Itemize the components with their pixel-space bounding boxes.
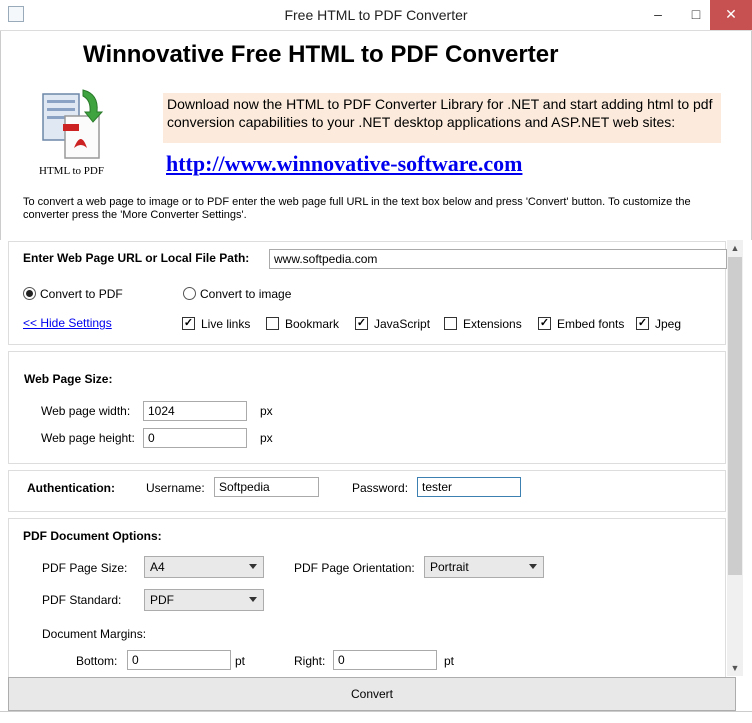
- embed-fonts-checkbox[interactable]: ✓: [538, 317, 551, 330]
- embed-fonts-label: Embed fonts: [557, 317, 625, 331]
- authentication-panel: Authentication: Username: Softpedia Pass…: [8, 470, 726, 512]
- orientation-value: Portrait: [430, 560, 469, 574]
- pdf-options-panel: PDF Document Options: PDF Page Size: A4 …: [8, 518, 726, 677]
- pdf-options-heading: PDF Document Options:: [23, 529, 162, 543]
- web-page-size-panel: Web Page Size: Web page width: 1024 px W…: [8, 351, 726, 464]
- logo-caption: HTML to PDF: [39, 165, 104, 177]
- hide-settings-link[interactable]: << Hide Settings: [23, 316, 112, 330]
- orientation-label: PDF Page Orientation:: [294, 561, 415, 575]
- header: Winnovative Free HTML to PDF Converter H…: [0, 31, 752, 240]
- jpeg-checkbox[interactable]: ✓: [636, 317, 649, 330]
- bottom-margin-input[interactable]: 0: [127, 650, 231, 670]
- url-label: Enter Web Page URL or Local File Path:: [23, 251, 250, 265]
- orientation-select[interactable]: Portrait: [424, 556, 544, 578]
- page-size-label: PDF Page Size:: [42, 561, 128, 575]
- promo-text: Download now the HTML to PDF Converter L…: [163, 93, 721, 143]
- right-margin-label: Right:: [294, 654, 326, 668]
- pdf-standard-value: PDF: [150, 593, 174, 607]
- pdf-standard-label: PDF Standard:: [42, 593, 122, 607]
- convert-to-pdf-radio[interactable]: [23, 287, 36, 300]
- convert-button[interactable]: Convert: [8, 677, 736, 711]
- width-label: Web page width:: [41, 404, 131, 418]
- page-size-value: A4: [150, 560, 165, 574]
- pdf-standard-select[interactable]: PDF: [144, 589, 264, 611]
- right-margin-unit: pt: [444, 654, 455, 668]
- vertical-scrollbar[interactable]: ▲ ▼: [727, 240, 743, 676]
- authentication-heading: Authentication:: [27, 481, 115, 495]
- url-input[interactable]: www.softpedia.com: [269, 249, 727, 269]
- document-margins-label: Document Margins:: [42, 627, 147, 641]
- chevron-down-icon: [529, 564, 537, 569]
- username-label: Username:: [146, 481, 205, 495]
- height-unit: px: [260, 431, 273, 445]
- bottom-margin-label: Bottom:: [76, 654, 118, 668]
- window-frame-bottom: [0, 711, 752, 723]
- chevron-down-icon: [249, 564, 257, 569]
- live-links-label: Live links: [201, 317, 251, 331]
- password-label: Password:: [352, 481, 409, 495]
- javascript-label: JavaScript: [374, 317, 431, 331]
- convert-to-image-label: Convert to image: [200, 287, 292, 301]
- website-link[interactable]: http://www.winnovative-software.com: [166, 151, 522, 177]
- right-margin-input[interactable]: 0: [333, 650, 437, 670]
- page-size-select[interactable]: A4: [144, 556, 264, 578]
- username-input[interactable]: Softpedia: [214, 477, 319, 497]
- convert-to-pdf-label: Convert to PDF: [40, 287, 123, 301]
- width-unit: px: [260, 404, 273, 418]
- password-input[interactable]: tester: [417, 477, 521, 497]
- page-height-input[interactable]: 0: [143, 428, 247, 448]
- html-to-pdf-logo-icon: [42, 89, 104, 159]
- scroll-up-icon[interactable]: ▲: [727, 240, 743, 256]
- bookmark-checkbox[interactable]: [266, 317, 279, 330]
- scroll-thumb[interactable]: [728, 257, 742, 575]
- bookmark-label: Bookmark: [285, 317, 340, 331]
- bottom-margin-unit: pt: [235, 654, 246, 668]
- main-title: Winnovative Free HTML to PDF Converter: [83, 41, 559, 68]
- extensions-checkbox[interactable]: [444, 317, 457, 330]
- live-links-checkbox[interactable]: ✓: [182, 317, 195, 330]
- convert-to-image-radio[interactable]: [183, 287, 196, 300]
- height-label: Web page height:: [41, 431, 135, 445]
- instructions-text: To convert a web page to image or to PDF…: [23, 196, 691, 221]
- web-page-size-heading: Web Page Size:: [24, 372, 113, 386]
- chevron-down-icon: [249, 597, 257, 602]
- extensions-label: Extensions: [463, 317, 522, 331]
- minimize-button[interactable]: –: [638, 0, 678, 30]
- scroll-down-icon[interactable]: ▼: [727, 660, 743, 676]
- url-panel: Enter Web Page URL or Local File Path: w…: [8, 241, 727, 345]
- close-button[interactable]: ✕: [710, 0, 752, 30]
- page-width-input[interactable]: 1024: [143, 401, 247, 421]
- javascript-checkbox[interactable]: ✓: [355, 317, 368, 330]
- title-bar: Free HTML to PDF Converter – □ ✕: [0, 0, 752, 31]
- jpeg-label: Jpeg: [655, 317, 682, 331]
